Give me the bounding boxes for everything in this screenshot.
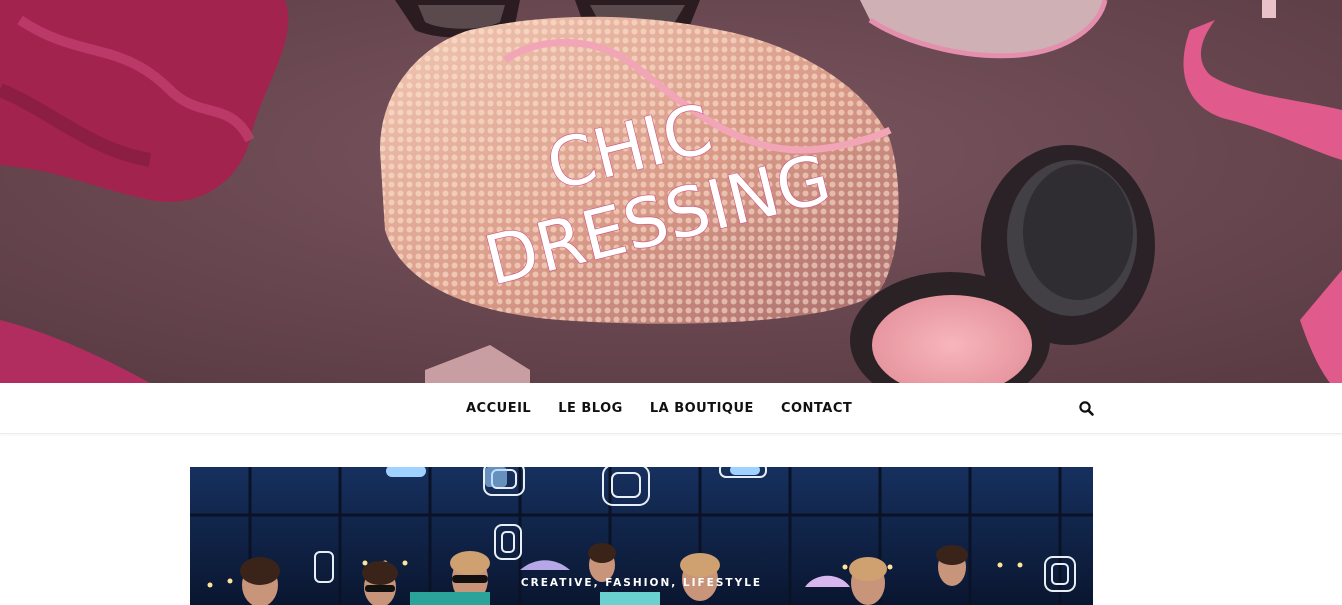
featured-post-image[interactable]: CREATIVE, FASHION, LIFESTYLE bbox=[190, 467, 1093, 605]
post-categories[interactable]: CREATIVE, FASHION, LIFESTYLE bbox=[190, 577, 1093, 589]
nav-menu: ACCUEIL LE BLOG LA BOUTIQUE CONTACT bbox=[466, 383, 879, 433]
nav-item-contact[interactable]: CONTACT bbox=[781, 401, 852, 416]
nav-item-la-boutique[interactable]: LA BOUTIQUE bbox=[650, 401, 754, 416]
site-logo[interactable]: CHIC DRESSING bbox=[448, 60, 868, 300]
nav-item-le-blog[interactable]: LE BLOG bbox=[558, 401, 623, 416]
header-hero-image: CHIC DRESSING bbox=[0, 0, 1342, 383]
nav-item-accueil[interactable]: ACCUEIL bbox=[466, 401, 531, 416]
search-icon[interactable] bbox=[1078, 400, 1095, 417]
main-navigation: ACCUEIL LE BLOG LA BOUTIQUE CONTACT bbox=[0, 383, 1342, 434]
